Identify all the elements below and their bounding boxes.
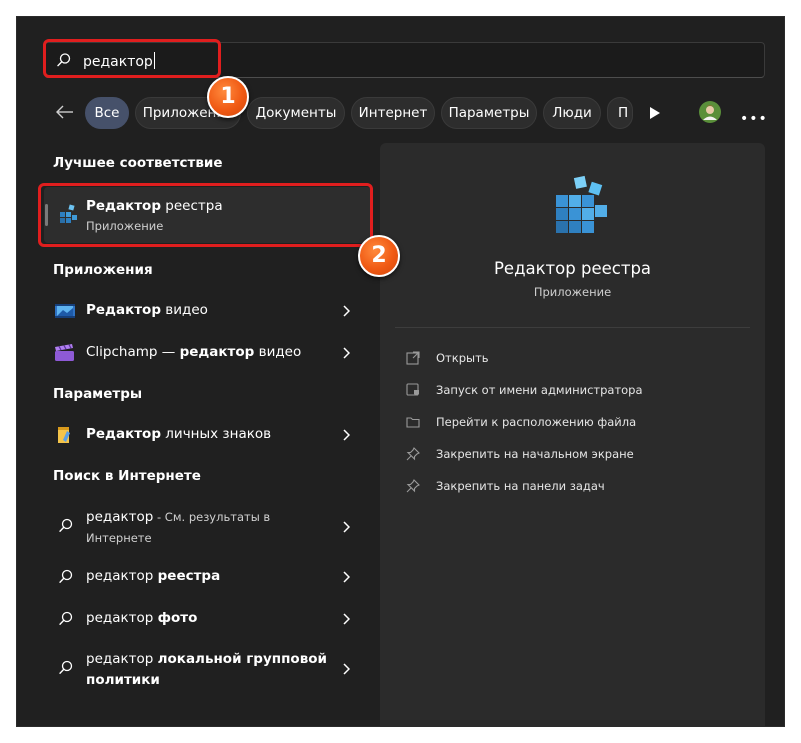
clipchamp-icon <box>55 344 74 361</box>
web-result-label: редактор - См. результаты в <box>86 509 271 525</box>
list-item-label: Редактор видео <box>86 302 208 318</box>
callout-highlight-search <box>43 39 221 78</box>
character-editor-icon <box>58 427 70 443</box>
web-result-label-line2: Интернете <box>86 531 152 545</box>
start-search-window: редактор Все Приложения Документы Интерн… <box>16 16 785 727</box>
action-open-file-location[interactable]: Перейти к расположению файла <box>406 412 746 434</box>
chevron-right-icon[interactable] <box>342 571 350 583</box>
web-result-item[interactable]: редактор фото <box>44 599 371 639</box>
step-badge-1: 1 <box>207 76 249 118</box>
web-result-label: редактор фото <box>86 610 198 626</box>
registry-editor-icon <box>556 175 607 233</box>
video-editor-icon <box>55 304 75 318</box>
divider <box>395 327 750 328</box>
callout-highlight-best-match <box>38 183 373 247</box>
apps-heading: Приложения <box>53 262 153 278</box>
details-subtitle: Приложение <box>533 285 612 299</box>
filter-chip-documents[interactable]: Документы <box>247 97 345 129</box>
action-pin-to-start[interactable]: Закрепить на начальном экране <box>406 444 746 466</box>
action-run-as-admin[interactable]: Запуск от имени администратора <box>406 380 746 402</box>
details-panel: Редактор реестра Приложение Открыть Запу… <box>380 143 765 726</box>
best-match-heading: Лучшее соответствие <box>53 155 223 171</box>
play-icon[interactable] <box>649 106 661 120</box>
list-item[interactable]: Clipchamp — редактор видео <box>44 333 371 373</box>
back-arrow-icon[interactable] <box>55 104 75 120</box>
open-icon <box>406 351 420 365</box>
search-icon <box>59 660 73 674</box>
filter-chip-all[interactable]: Все <box>85 97 129 129</box>
pin-icon <box>406 479 420 493</box>
search-icon <box>59 611 73 625</box>
action-label: Перейти к расположению файла <box>436 415 637 429</box>
action-label: Открыть <box>436 351 489 365</box>
list-item[interactable]: Редактор личных знаков <box>44 415 371 455</box>
search-icon <box>59 569 73 583</box>
folder-icon <box>406 417 420 428</box>
step-badge-2: 2 <box>358 235 400 277</box>
avatar[interactable] <box>699 101 721 123</box>
list-item-label: Clipchamp — редактор видео <box>86 344 302 360</box>
chevron-right-icon[interactable] <box>342 347 350 359</box>
action-label: Закрепить на начальном экране <box>436 447 634 461</box>
list-item[interactable]: Редактор видео <box>44 291 371 331</box>
filter-chip-internet[interactable]: Интернет <box>351 97 435 129</box>
chevron-right-icon[interactable] <box>342 521 350 533</box>
action-open[interactable]: Открыть <box>406 348 746 370</box>
filter-chip-more[interactable]: П <box>607 97 633 129</box>
chevron-right-icon[interactable] <box>342 429 350 441</box>
admin-shield-icon <box>406 383 419 396</box>
web-result-item[interactable]: редактор реестра <box>44 557 371 597</box>
details-title: Редактор реестра <box>493 259 652 278</box>
list-item-label: Редактор личных знаков <box>86 426 272 442</box>
filter-chip-people[interactable]: Люди <box>543 97 601 129</box>
action-label: Закрепить на панели задач <box>436 479 605 493</box>
filter-chip-settings[interactable]: Параметры <box>441 97 537 129</box>
more-options-icon[interactable]: ••• <box>740 111 768 127</box>
action-label: Запуск от имени администратора <box>436 383 643 397</box>
web-result-item[interactable]: редактор - См. результаты в Интернете <box>44 503 371 551</box>
web-result-item[interactable]: редактор локальной групповой политики <box>44 645 371 695</box>
action-pin-to-taskbar[interactable]: Закрепить на панели задач <box>406 476 746 498</box>
pin-icon <box>406 447 420 461</box>
search-icon <box>59 518 73 532</box>
web-result-label-line2: политики <box>86 672 160 688</box>
web-result-label: редактор локальной групповой <box>86 651 327 667</box>
chevron-right-icon[interactable] <box>342 613 350 625</box>
chevron-right-icon[interactable] <box>342 305 350 317</box>
chevron-right-icon[interactable] <box>342 663 350 675</box>
settings-heading: Параметры <box>53 386 143 402</box>
web-result-label: редактор реестра <box>86 568 221 584</box>
web-search-heading: Поиск в Интернете <box>53 468 201 484</box>
